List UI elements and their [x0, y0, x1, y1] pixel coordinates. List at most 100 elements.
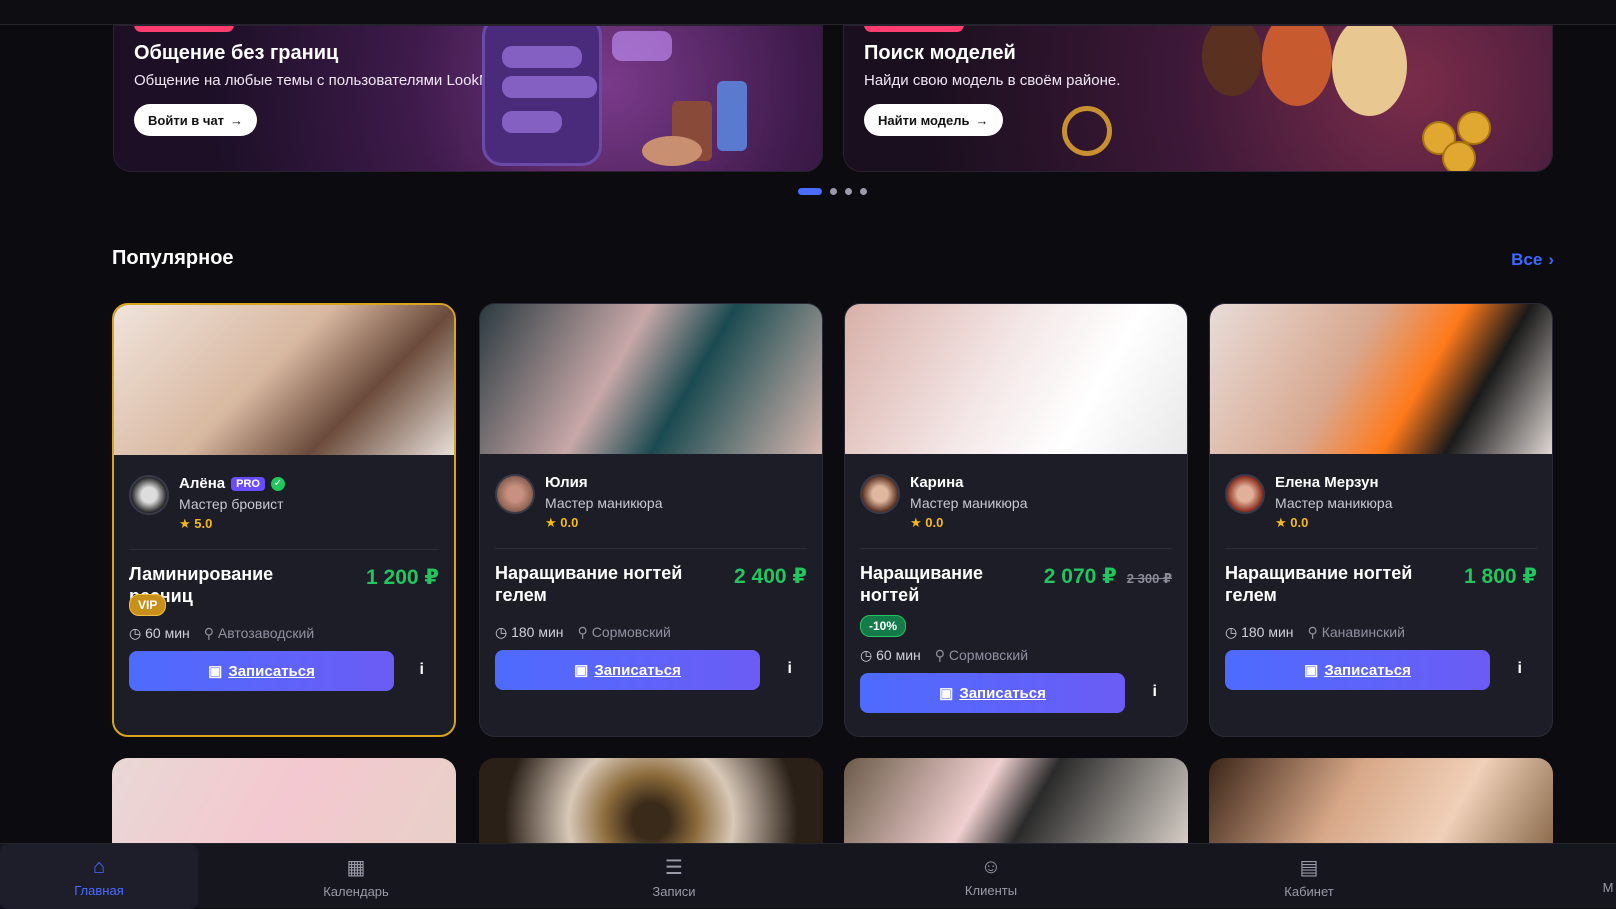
service-title: Наращивание ногтей гелем	[1225, 563, 1413, 605]
master-info[interactable]: Юлия Мастер маникюра ★ 0.0	[495, 474, 662, 531]
section-title: Популярное	[112, 247, 234, 269]
master-role: Мастер маникюра	[910, 495, 1028, 511]
avatar	[1225, 474, 1265, 514]
location-icon: ⚲	[934, 647, 946, 663]
clock-icon: ◷	[495, 624, 508, 640]
location-icon: ⚲	[203, 625, 215, 641]
service-card-photo[interactable]	[1209, 758, 1553, 848]
nav-calendar[interactable]: ▦ Календарь	[276, 844, 436, 909]
price: 1 800 ₽	[1464, 565, 1537, 588]
nav-home[interactable]: ⌂ Главная	[0, 844, 198, 909]
avatar	[860, 474, 900, 514]
clock-icon: ◷	[860, 647, 873, 663]
bottom-navigation: ⌂ Главная ▦ Календарь ☰ Записи ☺ Клиенты ▤ Ка…	[0, 843, 1616, 909]
calendar-icon: ▦	[346, 856, 366, 879]
master-name: Карина	[910, 474, 964, 491]
service-card-photo[interactable]	[479, 758, 823, 848]
master-info[interactable]: Карина Мастер маникюра ★ 0.0	[860, 474, 1027, 531]
star-icon: ★	[179, 516, 191, 531]
book-button[interactable]: ▣ Записаться	[1225, 650, 1490, 690]
service-meta: ◷ 60 мин ⚲ Автозаводский	[129, 625, 315, 641]
book-button[interactable]: ▣ Записаться	[129, 651, 394, 691]
banner-text: Общение на любые темы с пользователями L…	[134, 72, 501, 89]
nav-cabinet[interactable]: ▤ Кабинет	[1229, 844, 1389, 909]
banner-tag	[134, 26, 234, 32]
service-photo	[1210, 304, 1552, 454]
chevron-right-icon: ›	[1548, 250, 1554, 269]
service-card[interactable]: Карина Мастер маникюра ★ 0.0 Наращивание…	[844, 303, 1188, 737]
info-button[interactable]: i	[1518, 660, 1522, 678]
banner-title: Общение без границ	[134, 42, 339, 64]
service-meta: ◷ 180 мин ⚲ Сормовский	[495, 624, 671, 640]
rating: ★ 0.0	[545, 515, 579, 530]
clock-icon: ◷	[129, 625, 142, 641]
list-icon: ☰	[665, 856, 683, 879]
calendar-plus-icon: ▣	[1304, 662, 1319, 679]
calendar-plus-icon: ▣	[208, 663, 223, 680]
price: 2 070 ₽2 300 ₽	[1043, 565, 1172, 588]
divider	[1225, 548, 1537, 549]
info-button[interactable]: i	[788, 660, 792, 678]
arrow-right-icon: →	[975, 112, 989, 128]
nav-more[interactable]: M	[1600, 844, 1616, 909]
book-button[interactable]: ▣ Записаться	[860, 673, 1125, 713]
rating: ★ 0.0	[1275, 515, 1309, 530]
carousel-dot[interactable]	[798, 188, 822, 195]
users-icon: ☺	[980, 855, 1002, 878]
briefcase-icon: ▤	[1299, 856, 1319, 879]
vip-badge: VIP	[129, 594, 167, 616]
star-icon: ★	[1275, 515, 1287, 530]
carousel-dot[interactable]	[830, 188, 837, 195]
nav-bookings[interactable]: ☰ Записи	[594, 844, 754, 909]
clock-icon: ◷	[1225, 624, 1238, 640]
see-all-link[interactable]: Все ›	[1511, 250, 1554, 270]
service-card[interactable]: Алёна PRO ✓ Мастер бровист ★ 5.0 Ламиниров…	[112, 303, 456, 737]
calendar-plus-icon: ▣	[939, 685, 954, 702]
star-icon: ★	[545, 515, 557, 530]
info-button[interactable]: i	[1153, 683, 1157, 701]
rating: ★ 0.0	[910, 515, 944, 530]
master-role: Мастер маникюра	[1275, 495, 1393, 511]
service-card[interactable]: Елена Мерзун Мастер маникюра ★ 0.0 Наращ…	[1209, 303, 1553, 737]
star-icon: ★	[910, 515, 922, 530]
service-card[interactable]: Юлия Мастер маникюра ★ 0.0 Наращивание н…	[479, 303, 823, 737]
banner-text: Найди свою модель в своём районе.	[864, 72, 1121, 89]
models-illustration	[1062, 26, 1532, 171]
arrow-right-icon: →	[230, 112, 244, 128]
carousel-dot[interactable]	[845, 188, 852, 195]
carousel-dots[interactable]	[798, 188, 867, 195]
service-meta: ◷ 180 мин ⚲ Канавинский	[1225, 624, 1405, 640]
master-name: Алёна	[179, 475, 226, 492]
carousel-dot[interactable]	[860, 188, 867, 195]
service-title: Наращивание ногтей	[860, 563, 984, 605]
service-card-photo[interactable]	[112, 758, 456, 848]
banner-models[interactable]: Поиск моделей Найди свою модель в своём …	[843, 25, 1553, 172]
top-bar	[0, 0, 1616, 25]
verified-icon: ✓	[270, 476, 285, 491]
master-name: Юлия	[545, 474, 588, 491]
master-info[interactable]: Елена Мерзун Мастер маникюра ★ 0.0	[1225, 474, 1392, 531]
master-info[interactable]: Алёна PRO ✓ Мастер бровист ★ 5.0	[129, 475, 285, 532]
location-icon: ⚲	[1307, 624, 1318, 640]
rating: ★ 5.0	[179, 516, 213, 531]
discount-badge: -10%	[860, 615, 907, 637]
divider	[860, 548, 1172, 549]
banner-chat[interactable]: Общение без границ Общение на любые темы…	[113, 25, 823, 172]
find-model-button[interactable]: Найти модель →	[864, 104, 1003, 136]
enter-chat-button[interactable]: Войти в чат →	[134, 104, 258, 136]
calendar-plus-icon: ▣	[574, 662, 589, 679]
info-button[interactable]: i	[420, 661, 424, 679]
banner-tag	[864, 26, 964, 32]
master-name: Елена Мерзун	[1275, 474, 1379, 491]
divider	[129, 549, 439, 550]
service-title: Наращивание ногтей гелем	[495, 563, 683, 605]
avatar	[495, 474, 535, 514]
service-card-photo[interactable]	[844, 758, 1188, 848]
book-button[interactable]: ▣ Записаться	[495, 650, 760, 690]
old-price: 2 300 ₽	[1126, 571, 1172, 586]
service-photo	[845, 304, 1187, 454]
master-role: Мастер маникюра	[545, 495, 663, 511]
chat-illustration	[472, 26, 802, 171]
price: 2 400 ₽	[734, 565, 807, 588]
nav-clients[interactable]: ☺ Клиенты	[911, 844, 1071, 909]
